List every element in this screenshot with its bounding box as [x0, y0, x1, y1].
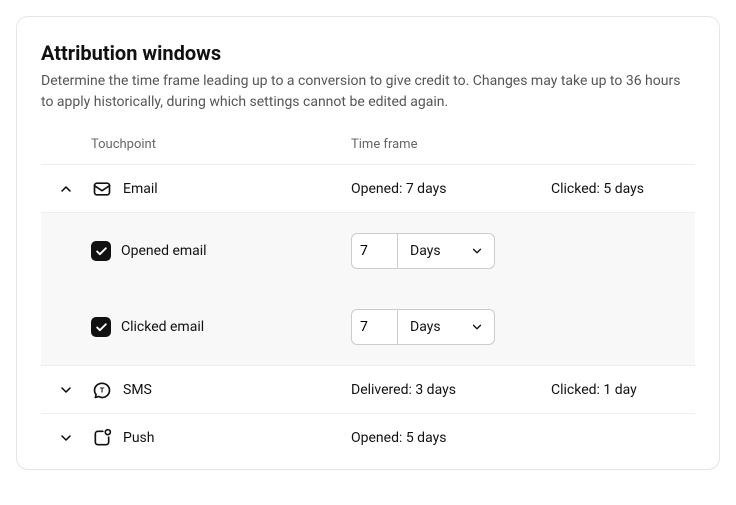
- push-icon: [91, 428, 113, 448]
- chevron-down-icon: [58, 430, 74, 446]
- row-sms: T SMS Delivered: 3 days Clicked: 1 day: [41, 365, 695, 413]
- row-email-summary-opened: Opened: 7 days: [351, 181, 551, 197]
- row-push-label: Push: [123, 430, 155, 446]
- subrow-clicked-email: Clicked email Days: [41, 289, 695, 365]
- checkbox-clicked-email[interactable]: [91, 317, 111, 337]
- row-push: Push Opened: 5 days: [41, 413, 695, 461]
- chevron-down-icon: [470, 244, 484, 258]
- chevron-up-icon: [58, 181, 74, 197]
- clicked-email-value-input[interactable]: [351, 309, 397, 345]
- collapse-button-email[interactable]: [41, 181, 91, 197]
- clicked-email-label: Clicked email: [121, 319, 204, 335]
- mail-icon: [91, 179, 113, 199]
- opened-email-unit-label: Days: [410, 243, 441, 259]
- subrow-opened-email: Opened email Days: [41, 212, 695, 289]
- attribution-table: Touchpoint Time frame Email Opened: 7 da…: [41, 137, 695, 461]
- row-email-summary-clicked: Clicked: 5 days: [551, 181, 695, 197]
- chevron-down-icon: [470, 320, 484, 334]
- section-title: Attribution windows: [41, 41, 695, 65]
- expand-button-push[interactable]: [41, 430, 91, 446]
- row-sms-label: SMS: [123, 382, 152, 398]
- opened-email-value-input[interactable]: [351, 233, 397, 269]
- sms-icon: T: [91, 380, 113, 400]
- attribution-windows-card: Attribution windows Determine the time f…: [16, 16, 720, 470]
- section-description: Determine the time frame leading up to a…: [41, 71, 695, 113]
- header-timeframe: Time frame: [351, 137, 551, 152]
- row-email: Email Opened: 7 days Clicked: 5 days: [41, 164, 695, 212]
- opened-email-unit-select[interactable]: Days: [397, 233, 495, 269]
- expand-button-sms[interactable]: [41, 382, 91, 398]
- clicked-email-unit-label: Days: [410, 319, 441, 335]
- opened-email-label: Opened email: [121, 243, 207, 259]
- checkbox-opened-email[interactable]: [91, 241, 111, 261]
- svg-text:T: T: [100, 385, 105, 394]
- row-sms-summary-clicked: Clicked: 1 day: [551, 382, 695, 398]
- row-sms-summary-delivered: Delivered: 3 days: [351, 382, 551, 398]
- clicked-email-unit-select[interactable]: Days: [397, 309, 495, 345]
- header-touchpoint: Touchpoint: [91, 137, 351, 152]
- chevron-down-icon: [58, 382, 74, 398]
- table-headers: Touchpoint Time frame: [41, 137, 695, 164]
- row-push-summary-opened: Opened: 5 days: [351, 430, 551, 446]
- row-email-label: Email: [123, 181, 158, 197]
